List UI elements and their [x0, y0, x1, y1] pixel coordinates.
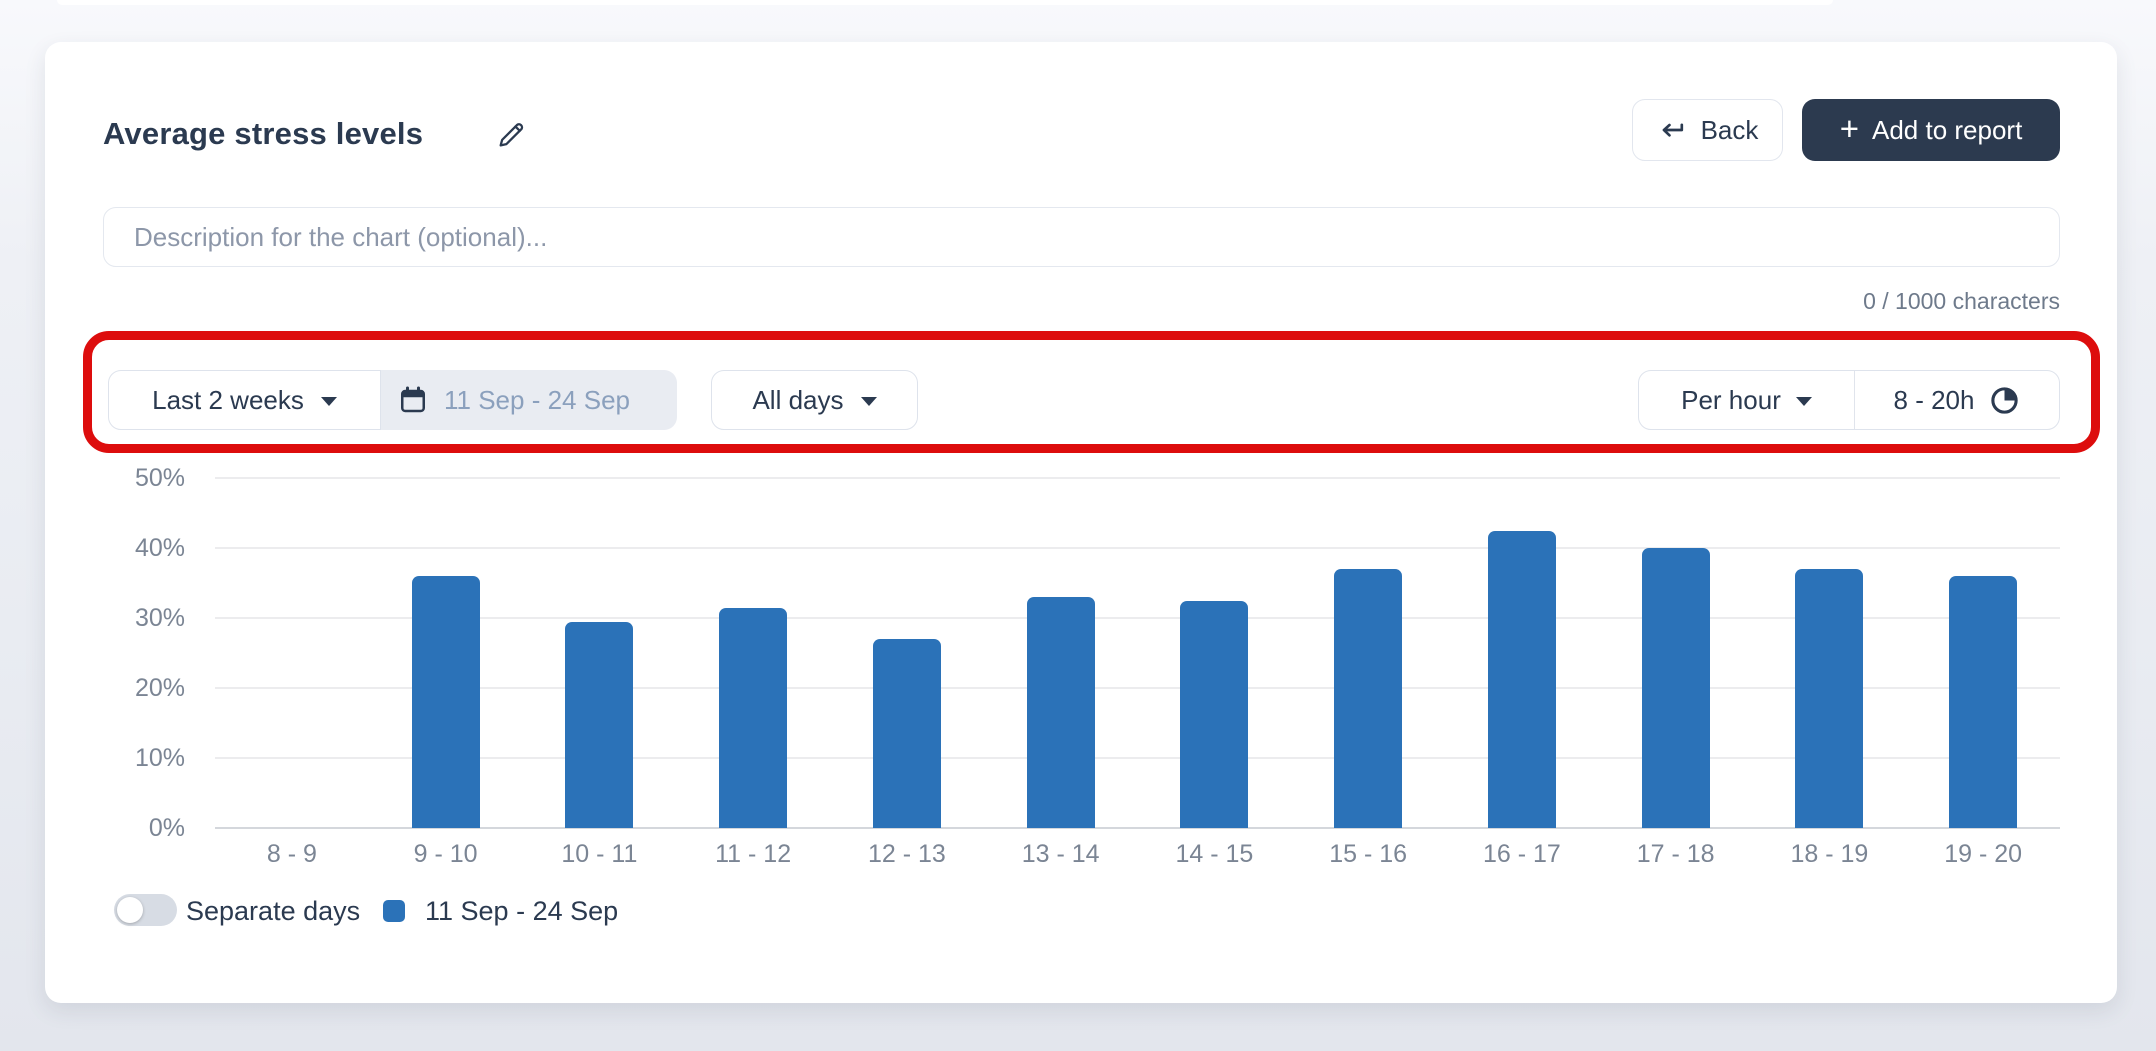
char-counter: 0 / 1000 characters	[1863, 288, 2060, 315]
x-tick-label: 14 - 15	[1138, 840, 1292, 869]
x-tick-label: 9 - 10	[369, 840, 523, 869]
bar-slot	[830, 478, 984, 828]
bar	[565, 622, 633, 829]
bar-slot	[1753, 478, 1907, 828]
days-label: All days	[752, 385, 843, 416]
y-tick-label: 30%	[73, 604, 185, 633]
chevron-down-icon	[861, 397, 877, 406]
legend-swatch	[383, 900, 405, 922]
date-range-label: 11 Sep - 24 Sep	[444, 385, 630, 416]
bars-row	[215, 478, 2060, 828]
edit-title-icon[interactable]	[496, 118, 528, 150]
bar	[1334, 569, 1402, 828]
x-tick-label: 16 - 17	[1445, 840, 1599, 869]
chevron-down-icon	[321, 397, 337, 406]
page-title: Average stress levels	[103, 116, 423, 152]
legend-label: 11 Sep - 24 Sep	[425, 896, 618, 927]
add-to-report-label: Add to report	[1872, 115, 2022, 146]
plus-icon: +	[1840, 112, 1859, 145]
hours-range-label: 8 - 20h	[1894, 385, 1975, 416]
clock-pie-icon	[1989, 385, 2020, 416]
bar-slot	[1599, 478, 1753, 828]
bar-slot	[1138, 478, 1292, 828]
bar	[412, 576, 480, 828]
granularity-dropdown[interactable]: Per hour	[1639, 371, 1855, 429]
y-tick-label: 20%	[73, 674, 185, 703]
calendar-icon	[398, 385, 428, 415]
bar-slot	[523, 478, 677, 828]
bar-slot	[1291, 478, 1445, 828]
chart-plot	[215, 478, 2060, 828]
bar	[1488, 531, 1556, 829]
x-tick-label: 10 - 11	[523, 840, 677, 869]
y-tick-label: 40%	[73, 534, 185, 563]
bar-slot	[984, 478, 1138, 828]
bar	[1180, 601, 1248, 829]
y-tick-label: 50%	[73, 464, 185, 493]
bar	[873, 639, 941, 828]
hours-filter-group: Per hour 8 - 20h	[1638, 370, 2060, 430]
time-range-dropdown[interactable]: Last 2 weeks	[108, 370, 381, 430]
hours-range-picker[interactable]: 8 - 20h	[1855, 371, 2059, 429]
bar	[1642, 548, 1710, 828]
days-dropdown[interactable]: All days	[711, 370, 918, 430]
x-tick-label: 19 - 20	[1906, 840, 2060, 869]
bar	[1949, 576, 2017, 828]
x-tick-label: 8 - 9	[215, 840, 369, 869]
bar-slot	[1445, 478, 1599, 828]
x-tick-label: 17 - 18	[1599, 840, 1753, 869]
toggle-knob	[117, 897, 143, 923]
date-range-picker[interactable]: 11 Sep - 24 Sep	[381, 370, 677, 430]
bar-slot	[676, 478, 830, 828]
x-tick-label: 11 - 12	[676, 840, 830, 869]
bar-slot	[215, 478, 369, 828]
back-button[interactable]: Back	[1632, 99, 1783, 161]
bar-slot	[1906, 478, 2060, 828]
y-tick-label: 10%	[73, 744, 185, 773]
bar	[1027, 597, 1095, 828]
x-tick-label: 13 - 14	[984, 840, 1138, 869]
x-tick-label: 18 - 19	[1753, 840, 1907, 869]
time-range-filter: Last 2 weeks 11 Sep - 24 Sep	[108, 370, 677, 430]
y-axis: 0%10%20%30%40%50%	[73, 478, 185, 828]
description-input[interactable]	[103, 207, 2060, 267]
previous-card-edge	[57, 0, 1833, 5]
back-arrow-icon	[1657, 115, 1687, 145]
separate-days-label: Separate days	[186, 896, 360, 927]
back-button-label: Back	[1701, 115, 1759, 146]
x-tick-label: 12 - 13	[830, 840, 984, 869]
bar	[1795, 569, 1863, 828]
time-range-label: Last 2 weeks	[152, 385, 304, 416]
add-to-report-button[interactable]: + Add to report	[1802, 99, 2060, 161]
x-axis: 8 - 99 - 1010 - 1111 - 1212 - 1313 - 141…	[215, 840, 2060, 869]
separate-days-toggle[interactable]	[114, 894, 177, 926]
bar-slot	[369, 478, 523, 828]
granularity-label: Per hour	[1681, 385, 1781, 416]
bar	[719, 608, 787, 829]
y-tick-label: 0%	[73, 814, 185, 843]
bar-chart: 0%10%20%30%40%50% 8 - 99 - 1010 - 1111 -…	[45, 478, 2117, 888]
chevron-down-icon	[1796, 397, 1812, 406]
chart-builder-card: Average stress levels Back + Add to repo…	[45, 42, 2117, 1003]
x-tick-label: 15 - 16	[1291, 840, 1445, 869]
